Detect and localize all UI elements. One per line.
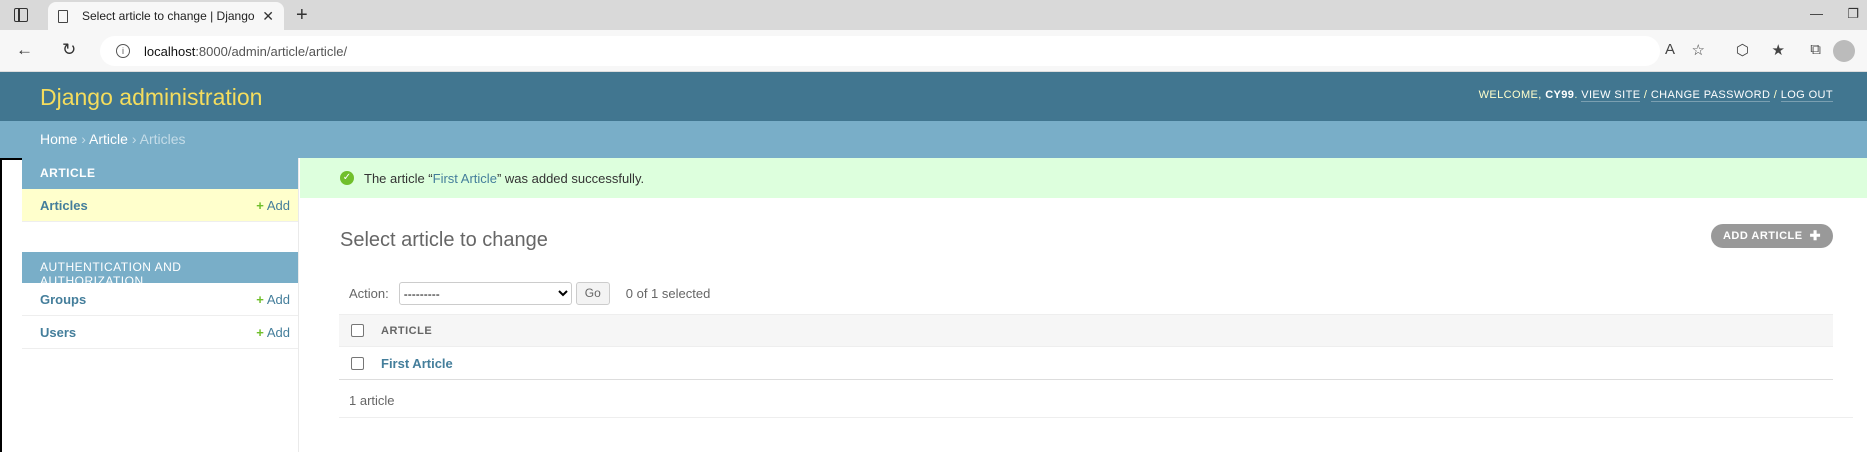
plus-icon: + — [256, 291, 264, 307]
selection-counter: 0 of 1 selected — [625, 286, 711, 301]
add-group-link[interactable]: + Add — [256, 292, 290, 307]
read-aloud-icon[interactable]: A — [1665, 41, 1675, 58]
breadcrumb-current: Articles — [139, 131, 186, 147]
message-prefix: The article “ — [364, 170, 433, 186]
new-tab-icon[interactable]: + — [296, 2, 308, 28]
message-suffix: ” was added successfully. — [496, 170, 645, 186]
site-info-icon[interactable]: i — [116, 44, 130, 58]
favorites-icon[interactable]: ★ — [1772, 41, 1785, 59]
add-article-link[interactable]: + Add — [256, 198, 290, 213]
sidebar-item-articles: Articles + Add — [22, 189, 298, 222]
add-label: Add — [266, 197, 290, 213]
page-icon — [58, 9, 68, 23]
success-check-icon: ✓ — [340, 171, 354, 185]
restore-icon[interactable]: ❐ — [1847, 6, 1859, 22]
module-caption-auth[interactable]: Authentication and Authorization — [22, 252, 298, 288]
user-tools: WELCOME, CY99. VIEW SITE / CHANGE PASSWO… — [1478, 89, 1833, 102]
action-label: Action: — [349, 286, 389, 301]
add-label: Add — [266, 324, 290, 340]
change-password-link[interactable]: CHANGE PASSWORD — [1650, 89, 1771, 102]
groups-link[interactable]: Groups — [40, 292, 86, 307]
url-field[interactable]: i localhost:8000/admin/article/article/ — [100, 36, 1660, 66]
table-row: First Article — [339, 347, 1833, 380]
plus-icon: + — [256, 324, 264, 340]
breadcrumb: Home › Article › Articles — [0, 121, 1867, 158]
site-header: Django administration WELCOME, CY99. VIE… — [0, 72, 1867, 121]
close-tab-icon[interactable]: ✕ — [262, 8, 274, 25]
browser-tab[interactable]: Select article to change | Django ✕ — [48, 2, 284, 30]
plus-icon: + — [256, 197, 264, 213]
users-link[interactable]: Users — [40, 325, 76, 340]
module-caption-article[interactable]: Article — [22, 158, 298, 189]
nav-toggle-edge[interactable] — [0, 158, 22, 452]
action-select[interactable]: --------- — [398, 282, 572, 305]
welcome-text: WELCOME, — [1478, 89, 1542, 101]
success-message: ✓ The article “First Article” was added … — [300, 158, 1867, 198]
profile-avatar[interactable] — [1833, 40, 1855, 62]
go-button[interactable]: Go — [575, 282, 610, 305]
sidebar-item-users: Users + Add — [22, 316, 298, 349]
address-bar: ← ↻ i localhost:8000/admin/article/artic… — [0, 30, 1867, 72]
site-branding[interactable]: Django administration — [40, 84, 262, 111]
row-checkbox[interactable] — [351, 356, 364, 370]
tab-title: Select article to change | Django — [82, 9, 255, 23]
column-header-article[interactable]: ARTICLE — [381, 325, 432, 337]
row-article-link[interactable]: First Article — [381, 356, 453, 371]
breadcrumb-home[interactable]: Home — [40, 131, 77, 147]
page-title: Select article to change — [340, 229, 548, 251]
extensions-icon[interactable]: ⬡ — [1736, 41, 1749, 59]
paginator: 1 article — [339, 380, 1853, 418]
plus-icon: ✚ — [1809, 228, 1821, 243]
articles-link[interactable]: Articles — [40, 198, 88, 213]
reload-icon[interactable]: ↻ — [62, 40, 76, 60]
back-icon[interactable]: ← — [16, 40, 33, 60]
favorite-icon[interactable]: ☆ — [1692, 41, 1705, 59]
result-list: ARTICLE First Article — [339, 314, 1833, 380]
select-all-checkbox[interactable] — [351, 324, 364, 337]
table-header: ARTICLE — [339, 314, 1833, 347]
content: ✓ The article “First Article” was added … — [300, 158, 1867, 452]
add-label: Add — [266, 291, 290, 307]
message-article-link[interactable]: First Article — [433, 171, 497, 186]
sidebar-toggle-icon[interactable] — [14, 8, 28, 22]
url-path: :8000/admin/article/article/ — [195, 43, 348, 59]
add-article-button[interactable]: ADD ARTICLE ✚ — [1710, 224, 1833, 248]
actions-bar: Action: --------- Go 0 of 1 selected — [349, 282, 710, 305]
username: CY99 — [1545, 89, 1575, 101]
minimize-icon[interactable]: — — [1810, 6, 1823, 21]
add-user-link[interactable]: + Add — [256, 325, 290, 340]
log-out-link[interactable]: LOG OUT — [1780, 89, 1833, 102]
collections-icon[interactable]: ⧉ — [1810, 41, 1821, 58]
breadcrumb-app[interactable]: Article — [89, 131, 128, 147]
url-host: localhost — [144, 43, 196, 59]
browser-tab-bar: Select article to change | Django ✕ + — … — [0, 0, 1867, 30]
nav-sidebar: Article Articles + Add Authentication and… — [22, 158, 299, 452]
add-article-label: ADD ARTICLE — [1722, 230, 1803, 242]
view-site-link[interactable]: VIEW SITE — [1581, 89, 1641, 102]
